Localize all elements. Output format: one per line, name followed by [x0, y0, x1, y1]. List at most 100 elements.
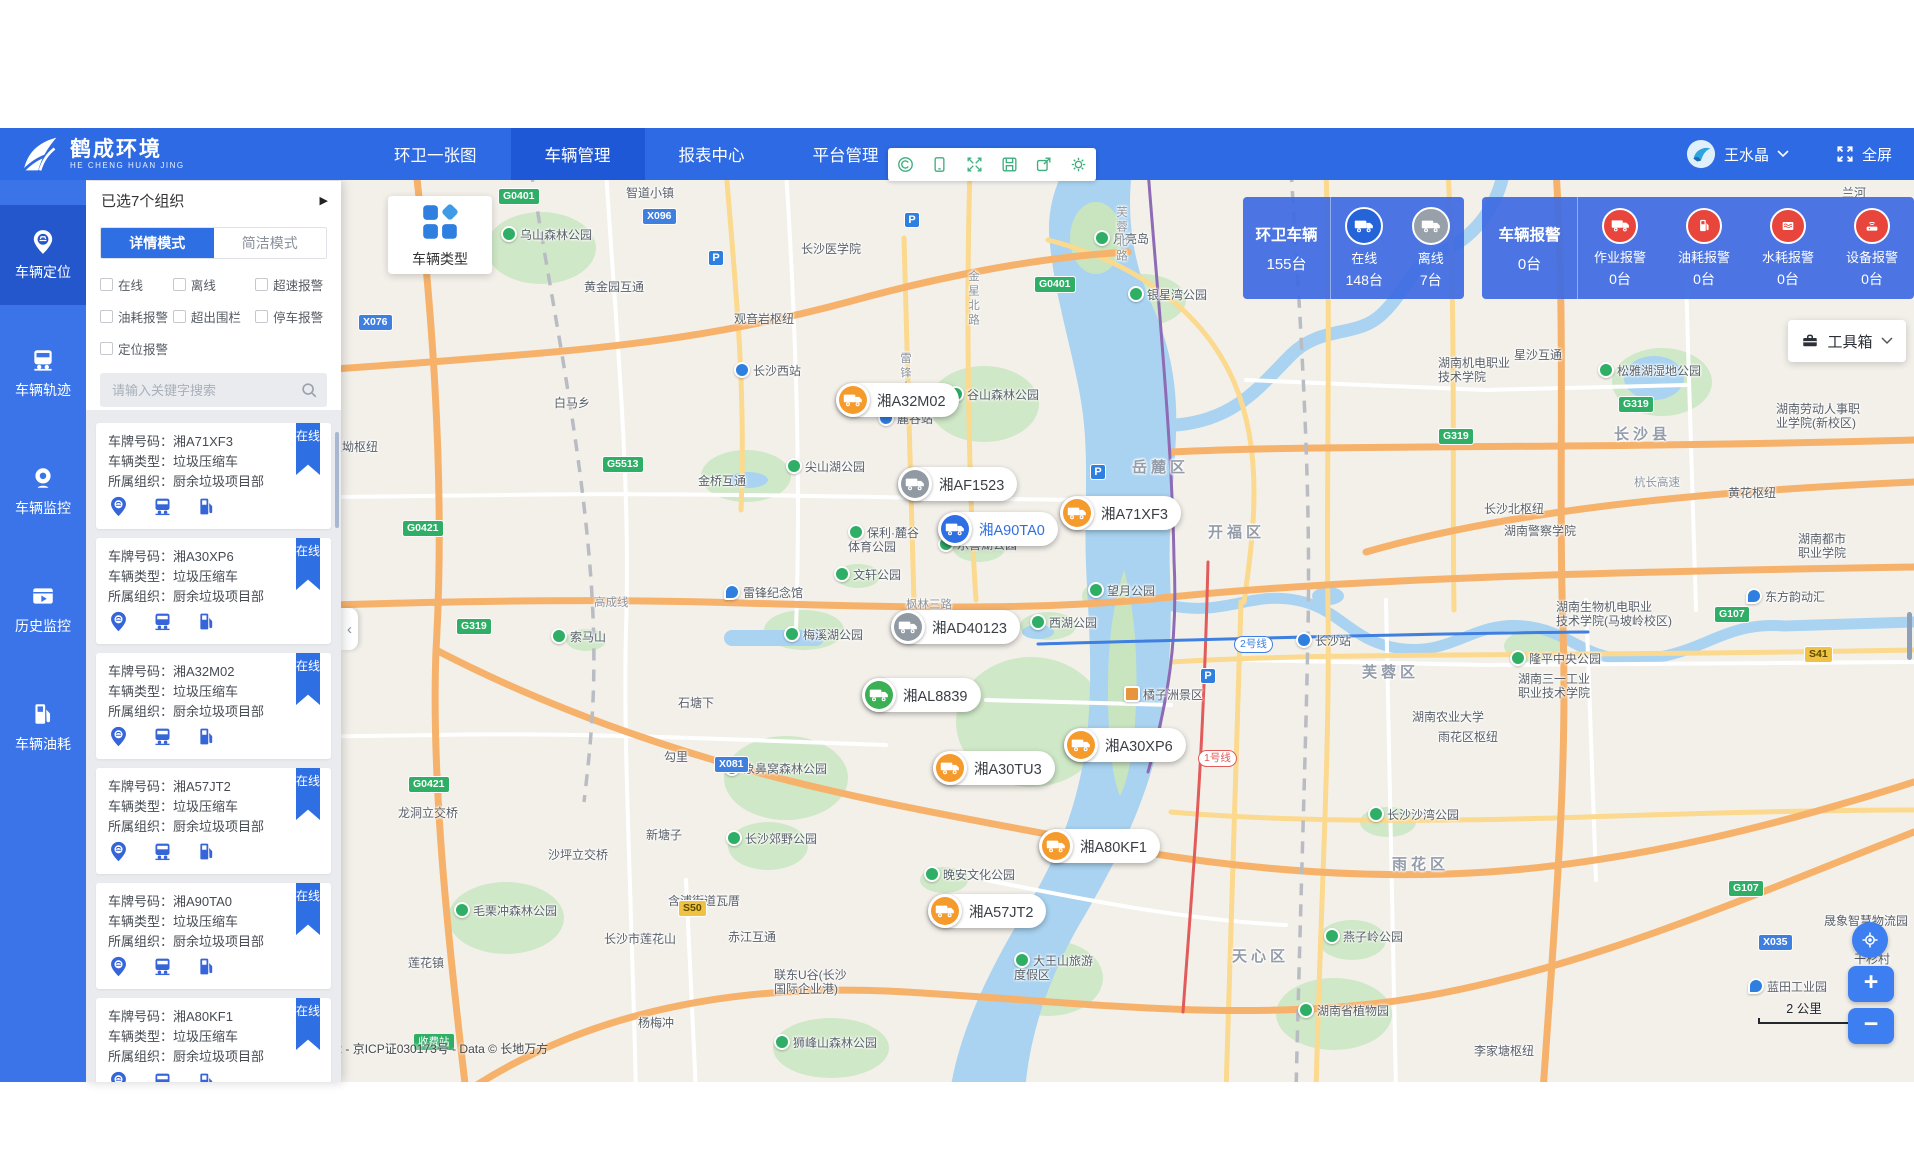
vehicle-card[interactable]: 车牌号码：湘A57JT2 车辆类型：垃圾压缩车 所属组织：厨余垃圾项目部 — [96, 768, 331, 874]
page-scrollbar-thumb[interactable] — [1907, 612, 1912, 660]
vehicle-marker[interactable]: 湘A30XP6 — [1064, 728, 1186, 762]
vehicle-marker[interactable]: 湘AF1523 — [898, 467, 1017, 501]
vehicle-plate-label: 湘AD40123 — [932, 617, 1007, 638]
reset-view-icon[interactable] — [892, 152, 918, 178]
checkbox-box[interactable] — [255, 278, 268, 291]
vehicle-card[interactable]: 车牌号码：湘A80KF1 车辆类型：垃圾压缩车 所属组织：厨余垃圾项目部 — [96, 998, 331, 1082]
vehicle-plate-label: 湘A30XP6 — [1105, 735, 1173, 756]
track-vehicle-icon[interactable] — [152, 496, 173, 517]
vehicle-fuel-icon[interactable] — [196, 1071, 217, 1082]
locate-vehicle-icon[interactable] — [108, 1071, 129, 1082]
mobile-preview-icon[interactable] — [927, 152, 953, 178]
search-input[interactable] — [100, 373, 327, 407]
filter-checkbox[interactable]: 超速报警 — [255, 275, 335, 294]
locate-vehicle-icon[interactable] — [108, 611, 129, 632]
locate-vehicle-icon[interactable] — [108, 726, 129, 747]
toolbox-button[interactable]: 工具箱 — [1788, 320, 1906, 362]
filter-checkbox[interactable]: 油耗报警 — [100, 307, 173, 326]
zoom-in-button[interactable]: + — [1848, 966, 1894, 1002]
zoom-out-button[interactable]: − — [1848, 1008, 1894, 1044]
nav-item-vehicle-management[interactable]: 车辆管理 — [511, 128, 645, 180]
vehicle-card[interactable]: 车牌号码：湘A71XF3 车辆类型：垃圾压缩车 所属组织：厨余垃圾项目部 — [96, 423, 331, 529]
tab-simple-mode[interactable]: 简洁模式 — [214, 228, 327, 258]
fullscreen-button[interactable]: 全屏 — [1835, 144, 1892, 165]
checkbox-label: 离线 — [191, 275, 216, 294]
sidebar-item-history-monitor[interactable]: 历史监控 — [0, 559, 86, 659]
track-vehicle-icon[interactable] — [152, 726, 173, 747]
user-name: 王水晶 — [1724, 144, 1769, 165]
checkbox-box[interactable] — [255, 310, 268, 323]
user-menu[interactable]: 王水晶 — [1686, 139, 1789, 169]
filter-checkbox[interactable]: 定位报警 — [100, 339, 173, 358]
sidebar-item-vehicle-fuel[interactable]: 车辆油耗 — [0, 677, 86, 777]
vehicle-marker[interactable]: 湘A80KF1 — [1039, 829, 1160, 863]
checkbox-box[interactable] — [100, 278, 113, 291]
vehicle-fuel-icon[interactable] — [196, 956, 217, 977]
truck-status-icon — [928, 894, 962, 928]
nav-item-overview-map[interactable]: 环卫一张图 — [360, 128, 511, 180]
device-alarm-icon — [1854, 208, 1890, 244]
vehicle-marker[interactable]: 湘A32M02 — [836, 383, 959, 417]
device-alarm-stat: 设备报警 0台 — [1830, 197, 1914, 299]
crane-logo-icon — [20, 134, 60, 174]
filter-checkbox[interactable]: 停车报警 — [255, 307, 335, 326]
track-vehicle-icon[interactable] — [152, 611, 173, 632]
checkbox-box[interactable] — [100, 342, 113, 355]
offline-stat-label: 离线 — [1418, 248, 1444, 267]
list-scrollbar-thumb[interactable] — [335, 432, 339, 528]
tab-detail-mode[interactable]: 详情模式 — [101, 228, 214, 258]
locate-button[interactable] — [1852, 922, 1888, 958]
sidebar-item-vehicle-track[interactable]: 车辆轨迹 — [0, 323, 86, 423]
filter-checkbox[interactable]: 离线 — [173, 275, 255, 294]
track-vehicle-icon[interactable] — [152, 841, 173, 862]
fuel-alarm-count: 0台 — [1693, 269, 1715, 289]
track-vehicle-icon[interactable] — [152, 956, 173, 977]
checkbox-box[interactable] — [173, 278, 186, 291]
vehicle-plate-line: 车牌号码：湘A90TA0 — [108, 892, 319, 912]
work-alarm-stat: 作业报警 0台 — [1578, 197, 1662, 299]
vehicle-fuel-icon[interactable] — [196, 611, 217, 632]
org-expand-arrow-icon[interactable]: ▶ — [320, 194, 328, 207]
vehicle-plate-label: 湘AF1523 — [939, 474, 1004, 495]
fuel-icon — [30, 701, 56, 727]
online-truck-icon — [1345, 207, 1383, 245]
checkbox-label: 油耗报警 — [118, 307, 168, 326]
settings-gear-icon[interactable] — [1066, 152, 1092, 178]
vehicle-type-line: 车辆类型：垃圾压缩车 — [108, 567, 319, 587]
vehicle-marker[interactable]: 湘AD40123 — [891, 610, 1020, 644]
export-icon[interactable] — [1031, 152, 1057, 178]
locate-vehicle-icon[interactable] — [108, 956, 129, 977]
vehicle-type-button[interactable]: 车辆类型 — [388, 196, 492, 274]
filter-checkbox[interactable]: 超出围栏 — [173, 307, 255, 326]
nav-item-report-center[interactable]: 报表中心 — [645, 128, 779, 180]
vehicle-fuel-icon[interactable] — [196, 841, 217, 862]
vehicle-marker[interactable]: 湘A30TU3 — [933, 751, 1055, 785]
vehicle-card[interactable]: 车牌号码：湘A32M02 车辆类型：垃圾压缩车 所属组织：厨余垃圾项目部 — [96, 653, 331, 759]
vehicle-fuel-icon[interactable] — [196, 726, 217, 747]
vehicle-card[interactable]: 车牌号码：湘A30XP6 车辆类型：垃圾压缩车 所属组织：厨余垃圾项目部 — [96, 538, 331, 644]
offline-truck-icon — [1412, 207, 1450, 245]
grid-icon — [419, 201, 461, 243]
pin-car-icon — [30, 229, 56, 255]
checkbox-label: 定位报警 — [118, 339, 168, 358]
vehicle-marker[interactable]: 湘A90TA0 — [938, 512, 1058, 546]
checkbox-box[interactable] — [173, 310, 186, 323]
vehicle-marker[interactable]: 湘A71XF3 — [1060, 496, 1181, 530]
checkbox-box[interactable] — [100, 310, 113, 323]
vehicle-plate-label: 湘A90TA0 — [979, 519, 1045, 540]
panel-collapse-handle[interactable]: ‹ — [341, 608, 358, 650]
sidebar-item-vehicle-location[interactable]: 车辆定位 — [0, 205, 86, 305]
video-icon — [30, 583, 56, 609]
vehicle-marker[interactable]: 湘A57JT2 — [928, 894, 1046, 928]
vehicle-card[interactable]: 车牌号码：湘A90TA0 车辆类型：垃圾压缩车 所属组织：厨余垃圾项目部 — [96, 883, 331, 989]
filter-checkbox[interactable]: 在线 — [100, 275, 173, 294]
save-icon[interactable] — [996, 152, 1022, 178]
vehicle-list[interactable]: 车牌号码：湘A71XF3 车辆类型：垃圾压缩车 所属组织：厨余垃圾项目部 — [86, 410, 341, 1082]
vehicle-fuel-icon[interactable] — [196, 496, 217, 517]
sidebar-item-vehicle-monitor[interactable]: 车辆监控 — [0, 441, 86, 541]
fit-extent-icon[interactable] — [962, 152, 988, 178]
track-vehicle-icon[interactable] — [152, 1071, 173, 1082]
locate-vehicle-icon[interactable] — [108, 841, 129, 862]
locate-vehicle-icon[interactable] — [108, 496, 129, 517]
vehicle-marker[interactable]: 湘AL8839 — [862, 678, 981, 712]
